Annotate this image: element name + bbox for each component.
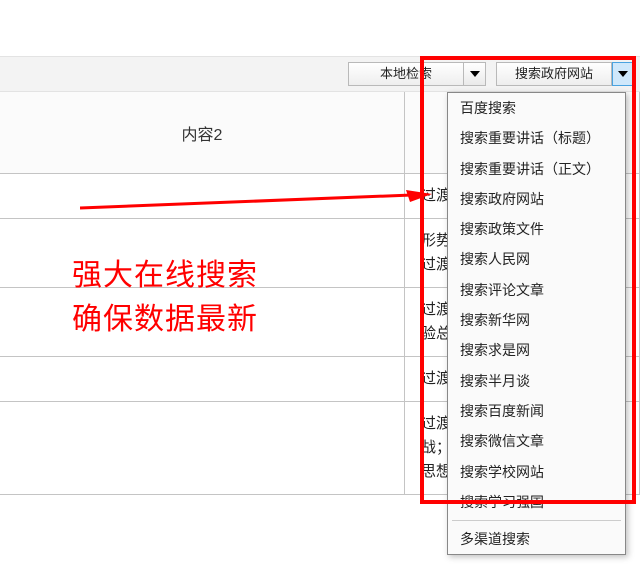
dropdown-item[interactable]: 搜索政府网站 [448,184,625,214]
dropdown-item[interactable]: 搜索学校网站 [448,457,625,487]
dropdown-item[interactable]: 搜索重要讲话（正文） [448,154,625,184]
online-search-combo[interactable]: 搜索政府网站 [496,62,634,86]
dropdown-item[interactable]: 搜索重要讲话（标题） [448,123,625,153]
triangle-down-icon [618,71,628,77]
dropdown-item[interactable]: 搜索半月谈 [448,366,625,396]
dropdown-item[interactable]: 百度搜索 [448,93,625,123]
table-cell[interactable] [0,357,405,402]
online-search-label: 搜索政府网站 [496,62,612,86]
table-cell[interactable] [0,219,405,288]
triangle-down-icon [470,71,480,77]
table-cell[interactable] [0,174,405,219]
dropdown-item[interactable]: 搜索微信文章 [448,426,625,456]
table-cell[interactable] [0,288,405,357]
local-search-dropdown-button[interactable] [464,62,486,86]
table-header-col2: 内容2 [0,92,405,174]
dropdown-item[interactable]: 搜索政策文件 [448,214,625,244]
dropdown-item[interactable]: 搜索求是网 [448,335,625,365]
toolbar: 本地检索 搜索政府网站 [0,56,640,92]
local-search-combo[interactable]: 本地检索 [348,62,486,86]
dropdown-separator [452,520,621,521]
online-search-dropdown-button[interactable] [612,62,634,86]
dropdown-item[interactable]: 多渠道搜索 [448,524,625,554]
dropdown-item[interactable]: 搜索评论文章 [448,275,625,305]
online-search-dropdown-menu: 百度搜索 搜索重要讲话（标题） 搜索重要讲话（正文） 搜索政府网站 搜索政策文件… [447,92,626,555]
dropdown-item[interactable]: 搜索新华网 [448,305,625,335]
dropdown-item[interactable]: 搜索人民网 [448,244,625,274]
dropdown-item[interactable]: 搜索学习强国 [448,487,625,517]
dropdown-item[interactable]: 搜索百度新闻 [448,396,625,426]
table-cell[interactable] [0,402,405,495]
local-search-label: 本地检索 [348,62,464,86]
top-spacer [0,0,640,56]
